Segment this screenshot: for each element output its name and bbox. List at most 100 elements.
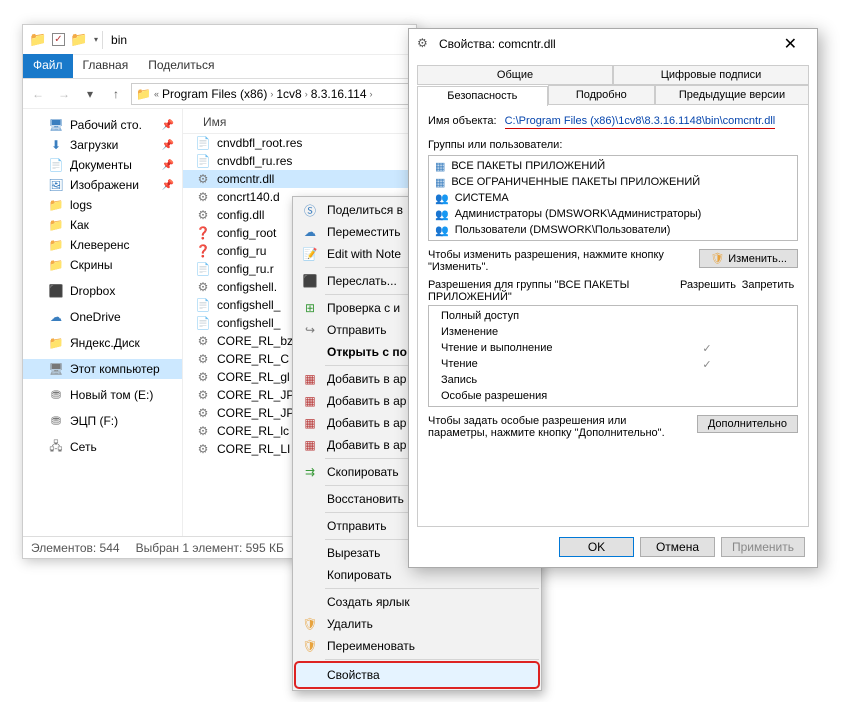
tree-thispc[interactable]: 🖥Этот компьютер — [23, 359, 182, 379]
blank-icon — [301, 517, 319, 535]
breadcrumb[interactable]: 8.3.16.114 — [311, 87, 367, 101]
blank-icon — [301, 343, 319, 361]
ribbon: Файл Главная Поделиться — [23, 55, 416, 79]
tree-kak[interactable]: 📁Как — [23, 215, 182, 235]
groups-listbox[interactable]: ▦ВСЕ ПАКЕТЫ ПРИЛОЖЕНИЙ ▦ВСЕ ОГРАНИЧЕННЫЕ… — [428, 155, 798, 241]
allow-check-icon: ✓ — [677, 342, 737, 355]
tree-newvol[interactable]: ⛃Новый том (E:) — [23, 385, 182, 405]
object-path[interactable]: C:\Program Files (x86)\1cv8\8.3.16.1148\… — [505, 115, 776, 129]
tab-details[interactable]: Подробно — [548, 85, 655, 105]
check-icon[interactable]: ✓ — [52, 33, 65, 46]
tree-ecp[interactable]: ⛃ЭЦП (F:) — [23, 411, 182, 431]
tab-share[interactable]: Поделиться — [138, 54, 224, 78]
filename: config_ru — [217, 244, 266, 258]
apply-button[interactable]: Применить — [721, 537, 805, 557]
tab-home[interactable]: Главная — [73, 54, 139, 78]
column-header-name[interactable]: Имя — [183, 113, 416, 134]
up-button[interactable]: ↑ — [105, 83, 127, 105]
dropbox-icon: ⬛ — [301, 272, 319, 290]
permissions-table: Полный доступ Изменение Чтение и выполне… — [428, 305, 798, 407]
back-button[interactable]: ← — [27, 83, 49, 105]
label: Администраторы (DMSWORK\Администраторы) — [455, 208, 702, 220]
group-row[interactable]: ▦ВСЕ ПАКЕТЫ ПРИЛОЖЕНИЙ — [431, 158, 795, 174]
nav-tree: 🖥Рабочий сто.📌 ⬇Загрузки📌 📄Документы📌 🖼И… — [23, 109, 183, 536]
label: Рабочий сто. — [70, 118, 142, 132]
tree-network[interactable]: 🖧Сеть — [23, 437, 182, 457]
blank-icon — [301, 666, 319, 684]
filename: configshell. — [217, 280, 277, 294]
label: СИСТЕМА — [455, 192, 509, 204]
label: logs — [70, 198, 92, 212]
ok-button[interactable]: OK — [559, 537, 634, 557]
label: Изображени — [70, 178, 139, 192]
tree-onedrive[interactable]: ☁OneDrive — [23, 307, 182, 327]
ctx-rename[interactable]: 🛡Переименовать — [295, 635, 539, 657]
history-dropdown-icon[interactable]: ▾ — [79, 83, 101, 105]
winrar-icon: ▦ — [301, 436, 319, 454]
qat-dropdown-icon[interactable]: ▾ — [94, 35, 98, 44]
file-row[interactable]: 📄cnvdbfl_ru.res — [183, 152, 416, 170]
group-row[interactable]: ▦ВСЕ ОГРАНИЧЕННЫЕ ПАКЕТЫ ПРИЛОЖЕНИЙ — [431, 174, 795, 190]
perm-name: Особые разрешения — [429, 390, 677, 402]
group-row[interactable]: 👥СИСТЕМА — [431, 190, 795, 206]
label: Удалить — [327, 617, 373, 631]
file-row-selected[interactable]: ⚙comcntr.dll — [183, 170, 416, 188]
share-icon: ↪ — [301, 321, 319, 339]
dialog-titlebar: ⚙ Свойства: comcntr.dll ✕ — [409, 29, 817, 59]
tree-downloads[interactable]: ⬇Загрузки📌 — [23, 135, 182, 155]
address-bar[interactable]: 📁 « Program Files (x86) › 1cv8 › 8.3.16.… — [131, 83, 412, 105]
package-icon: ▦ — [435, 176, 445, 189]
tab-previous-versions[interactable]: Предыдущие версии — [655, 85, 809, 105]
tab-digital-signatures[interactable]: Цифровые подписи — [613, 65, 809, 85]
tab-general[interactable]: Общие — [417, 65, 613, 85]
tree-yadisk[interactable]: 📁Яндекс.Диск — [23, 333, 182, 353]
perm-name: Запись — [429, 374, 677, 386]
tab-security[interactable]: Безопасность — [417, 86, 548, 106]
tree-dropbox[interactable]: ⬛Dropbox — [23, 281, 182, 301]
label: Поделиться в — [327, 203, 403, 217]
security-tab-body: Имя объекта: C:\Program Files (x86)\1cv8… — [417, 105, 809, 527]
tree-documents[interactable]: 📄Документы📌 — [23, 155, 182, 175]
shield-icon: ⊞ — [301, 299, 319, 317]
tree-desktop[interactable]: 🖥Рабочий сто.📌 — [23, 115, 182, 135]
tree-pictures[interactable]: 🖼Изображени📌 — [23, 175, 182, 195]
ctx-delete[interactable]: 🛡Удалить — [295, 613, 539, 635]
perm-row: Запись — [429, 372, 797, 388]
file-row[interactable]: 📄cnvdbfl_root.res — [183, 134, 416, 152]
label: ЭЦП (F:) — [70, 414, 118, 428]
close-button[interactable]: ✕ — [772, 34, 809, 54]
tree-screens[interactable]: 📁Скрины — [23, 255, 182, 275]
ctx-create-shortcut[interactable]: Создать ярлык — [295, 591, 539, 613]
breadcrumb[interactable]: 1cv8 — [276, 87, 301, 101]
tree-kleverens[interactable]: 📁Клеверенс — [23, 235, 182, 255]
tab-file[interactable]: Файл — [23, 54, 73, 78]
perm-row: Полный доступ — [429, 308, 797, 324]
label: Сеть — [70, 440, 97, 454]
deny-header: Запретить — [738, 279, 798, 303]
perm-row: Чтение✓ — [429, 356, 797, 372]
filename: config_ru.r — [217, 262, 274, 276]
label: Переместить — [327, 225, 401, 239]
label: Восстановить — [327, 492, 404, 506]
skype-icon: Ⓢ — [301, 201, 319, 219]
winrar-icon: ▦ — [301, 414, 319, 432]
winrar-icon: ▦ — [301, 370, 319, 388]
cancel-button[interactable]: Отмена — [640, 537, 715, 557]
advanced-button[interactable]: Дополнительно — [697, 415, 798, 433]
label: Загрузки — [70, 138, 118, 152]
status-count: Элементов: 544 — [31, 541, 120, 555]
ctx-properties[interactable]: Свойства — [295, 662, 539, 688]
breadcrumb[interactable]: Program Files (x86) — [162, 87, 267, 101]
edit-button[interactable]: 🛡Изменить... — [699, 249, 798, 268]
label: OneDrive — [70, 310, 121, 324]
label: Свойства — [327, 668, 380, 682]
perm-name: Чтение — [429, 358, 677, 370]
groups-label: Группы или пользователи: — [428, 139, 798, 151]
group-row[interactable]: 👥Пользователи (DMSWORK\Пользователи) — [431, 222, 795, 238]
tree-logs[interactable]: 📁logs — [23, 195, 182, 215]
group-row[interactable]: 👥Администраторы (DMSWORK\Администраторы) — [431, 206, 795, 222]
forward-button[interactable]: → — [53, 83, 75, 105]
edit-hint: Чтобы изменить разрешения, нажмите кнопк… — [428, 249, 689, 273]
notepad-icon: 📝 — [301, 245, 319, 263]
pin-icon: 📌 — [162, 160, 174, 171]
